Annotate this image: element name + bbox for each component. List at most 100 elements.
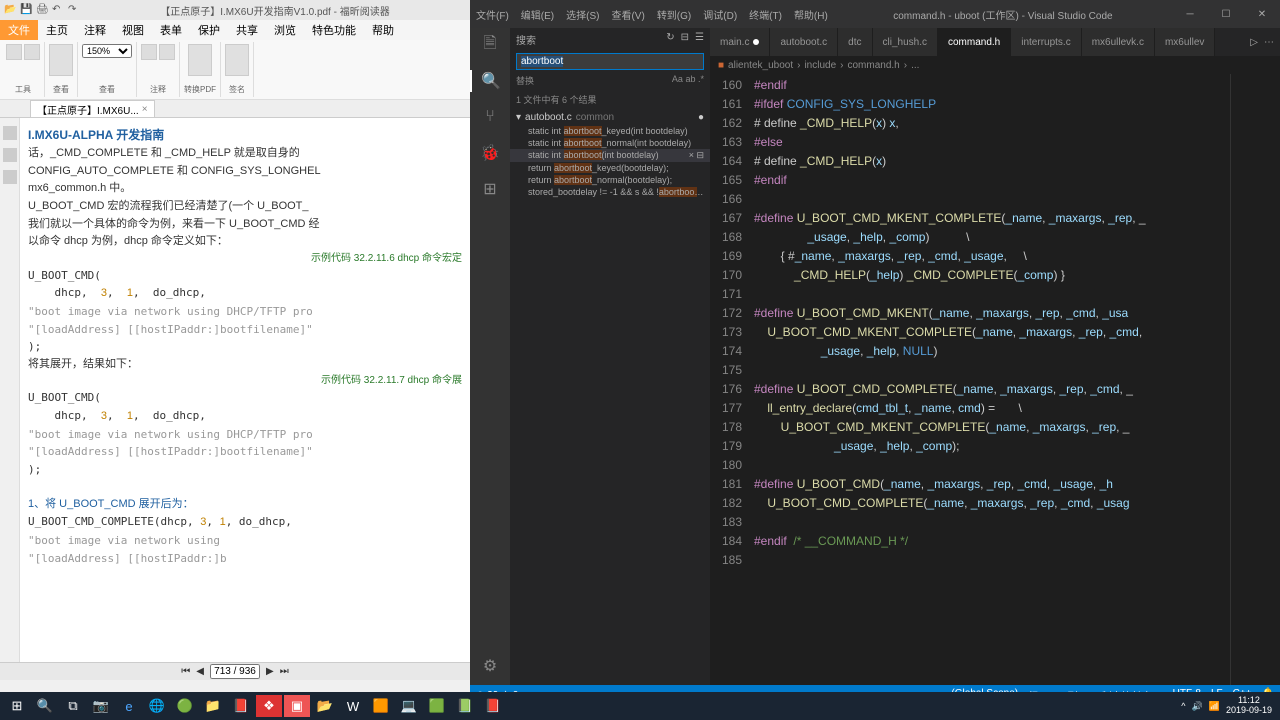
first-page-icon[interactable]: ⏮ bbox=[181, 666, 190, 677]
highlight-icon[interactable] bbox=[159, 44, 175, 60]
breadcrumb[interactable]: ■alientek_uboot › include › command.h › … bbox=[710, 56, 1280, 74]
more-icon[interactable]: ⋯ bbox=[1264, 37, 1274, 48]
bookmark-icon[interactable] bbox=[3, 126, 17, 140]
pages-icon[interactable] bbox=[3, 148, 17, 162]
pdf-doc-tab[interactable]: 【正点原子】I.MX6U...× bbox=[30, 100, 155, 117]
minimize-icon[interactable]: ─ bbox=[1172, 0, 1208, 28]
app-icon[interactable]: ▣ bbox=[284, 695, 310, 717]
app-icon[interactable]: 📂 bbox=[312, 695, 338, 717]
search-input[interactable]: abortboot bbox=[516, 53, 704, 70]
hand-tool-icon[interactable] bbox=[6, 44, 22, 60]
menu-view[interactable]: 视图 bbox=[114, 20, 152, 40]
editor-tab[interactable]: dtc bbox=[838, 28, 872, 56]
app-icon[interactable]: 🌐 bbox=[144, 695, 170, 717]
search-icon[interactable]: 🔍 bbox=[32, 695, 58, 717]
code-editor[interactable]: 1601611621631641651661671681691701711721… bbox=[710, 74, 1280, 685]
menu-comment[interactable]: 注释 bbox=[76, 20, 114, 40]
app-icon[interactable]: W bbox=[340, 695, 366, 717]
app-icon[interactable]: 💻 bbox=[396, 695, 422, 717]
search-result-line[interactable]: static int abortboot(int bootdelay) × ⊟ bbox=[510, 149, 710, 162]
case-icon[interactable]: Aa bbox=[672, 74, 683, 84]
print-icon[interactable]: 🖨 bbox=[36, 4, 48, 16]
regex-icon[interactable]: .* bbox=[698, 74, 704, 84]
search-result-line[interactable]: stored_bootdelay != -1 && s && !abortboo… bbox=[510, 186, 710, 198]
tray-icon[interactable]: ^ bbox=[1181, 701, 1185, 711]
editor-tab[interactable]: autoboot.c bbox=[770, 28, 838, 56]
maximize-icon[interactable]: ☐ bbox=[1208, 0, 1244, 28]
editor-tab[interactable]: mx6ullevk.c bbox=[1082, 28, 1155, 56]
word-icon[interactable]: ab bbox=[685, 74, 695, 84]
menu-file[interactable]: 文件(F) bbox=[470, 3, 515, 26]
tray-icon[interactable]: 🔊 bbox=[1192, 701, 1203, 712]
typewriter-icon[interactable] bbox=[141, 44, 157, 60]
undo-icon[interactable]: ↶ bbox=[52, 4, 64, 16]
menu-help[interactable]: 帮助 bbox=[364, 20, 402, 40]
zoom-select[interactable]: 150% bbox=[82, 44, 132, 58]
redo-icon[interactable]: ↷ bbox=[68, 4, 80, 16]
code-lines[interactable]: #endif #ifdef CONFIG_SYS_LONGHELP # defi… bbox=[754, 74, 1230, 685]
menu-terminal[interactable]: 终端(T) bbox=[743, 3, 788, 26]
tray-icon[interactable]: 📶 bbox=[1209, 701, 1220, 712]
replace-label[interactable]: 替换 bbox=[516, 74, 534, 87]
clock[interactable]: 11:122019-09-19 bbox=[1226, 696, 1276, 716]
app-icon[interactable]: 📗 bbox=[452, 695, 478, 717]
menu-debug[interactable]: 调试(D) bbox=[697, 3, 743, 26]
save-icon[interactable]: 💾 bbox=[20, 4, 32, 16]
editor-tab[interactable]: command.h bbox=[938, 28, 1011, 56]
menu-protect[interactable]: 保护 bbox=[190, 20, 228, 40]
split-icon[interactable]: ▷ bbox=[1250, 37, 1258, 48]
app-icon[interactable]: 🟧 bbox=[368, 695, 394, 717]
extensions-icon[interactable]: ⊞ bbox=[479, 178, 501, 200]
menu-share[interactable]: 共享 bbox=[228, 20, 266, 40]
last-page-icon[interactable]: ⏭ bbox=[280, 666, 289, 677]
prev-page-icon[interactable]: ◀ bbox=[196, 666, 204, 677]
menu-edit[interactable]: 编辑(E) bbox=[515, 3, 560, 26]
clear-icon[interactable]: ⊟ bbox=[681, 32, 689, 47]
search-icon[interactable]: 🔍 bbox=[470, 70, 510, 92]
minimap[interactable] bbox=[1230, 74, 1280, 685]
menu-go[interactable]: 转到(G) bbox=[651, 3, 697, 26]
debug-icon[interactable]: 🐞 bbox=[479, 142, 501, 164]
editor-tab[interactable]: main.c bbox=[710, 28, 770, 56]
app-icon[interactable]: e bbox=[116, 695, 142, 717]
sign-icon[interactable] bbox=[225, 44, 249, 76]
start-icon[interactable]: ⊞ bbox=[4, 695, 30, 717]
scm-icon[interactable]: ⑂ bbox=[479, 106, 501, 128]
close-icon[interactable]: × bbox=[142, 104, 148, 115]
search-result-line[interactable]: return abortboot_keyed(bootdelay); bbox=[510, 162, 710, 174]
editor-tab[interactable]: interrupts.c bbox=[1011, 28, 1081, 56]
menu-home[interactable]: 主页 bbox=[38, 20, 76, 40]
menu-help[interactable]: 帮助(H) bbox=[788, 3, 834, 26]
search-result-file[interactable]: ▾ autoboot.c common● bbox=[510, 110, 710, 125]
open-icon[interactable]: 📂 bbox=[4, 4, 16, 16]
app-icon[interactable]: 🟢 bbox=[172, 695, 198, 717]
page-input[interactable] bbox=[210, 664, 260, 679]
editor-tab[interactable]: cli_hush.c bbox=[873, 28, 938, 56]
editor-tab[interactable]: mx6ullev bbox=[1155, 28, 1215, 56]
select-tool-icon[interactable] bbox=[24, 44, 40, 60]
taskview-icon[interactable]: ⧉ bbox=[60, 695, 86, 717]
system-tray[interactable]: ^ 🔊 📶 11:122019-09-19 bbox=[1181, 696, 1276, 716]
menu-feature[interactable]: 特色功能 bbox=[304, 20, 364, 40]
close-icon[interactable]: ✕ bbox=[1244, 0, 1280, 28]
app-icon[interactable]: 🟩 bbox=[424, 695, 450, 717]
explorer-icon[interactable]: 🗎 bbox=[479, 34, 501, 56]
search-result-line[interactable]: static int abortboot_normal(int bootdela… bbox=[510, 137, 710, 149]
refresh-icon[interactable]: ↻ bbox=[666, 32, 674, 47]
fit-page-icon[interactable] bbox=[49, 44, 73, 76]
app-icon[interactable]: 📷 bbox=[88, 695, 114, 717]
search-result-line[interactable]: return abortboot_normal(bootdelay); bbox=[510, 174, 710, 186]
menu-view[interactable]: 查看(V) bbox=[605, 3, 650, 26]
menu-form[interactable]: 表单 bbox=[152, 20, 190, 40]
app-icon[interactable]: 📕 bbox=[228, 695, 254, 717]
menu-file[interactable]: 文件 bbox=[0, 20, 38, 40]
search-result-line[interactable]: static int abortboot_keyed(int bootdelay… bbox=[510, 125, 710, 137]
convert-icon[interactable] bbox=[188, 44, 212, 76]
menu-selection[interactable]: 选择(S) bbox=[560, 3, 605, 26]
collapse-icon[interactable]: ☰ bbox=[695, 32, 704, 47]
next-page-icon[interactable]: ▶ bbox=[266, 666, 274, 677]
attachment-icon[interactable] bbox=[3, 170, 17, 184]
app-icon[interactable]: 📕 bbox=[480, 695, 506, 717]
app-icon[interactable]: ❖ bbox=[256, 695, 282, 717]
gear-icon[interactable]: ⚙ bbox=[479, 655, 501, 677]
